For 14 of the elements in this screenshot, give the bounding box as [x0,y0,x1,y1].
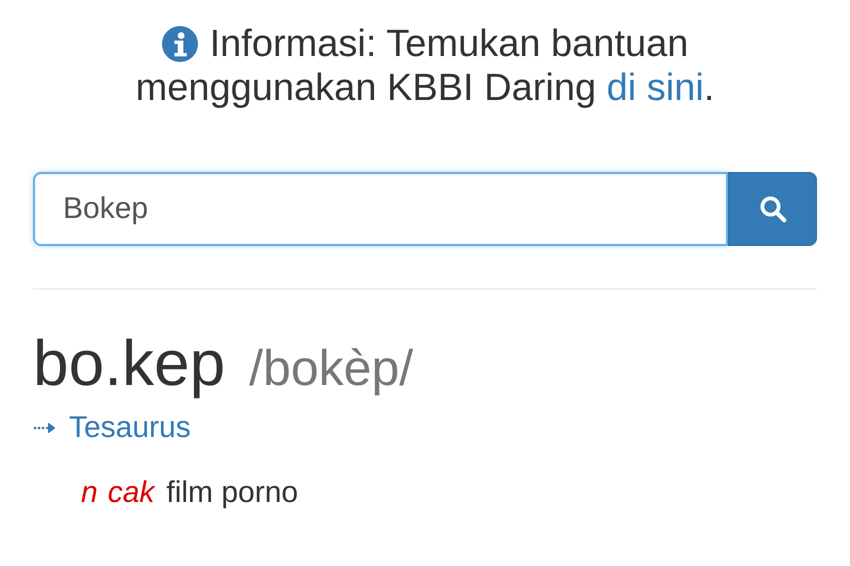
search-field[interactable]: Bokep [33,172,728,246]
grammar-label: n [81,476,98,510]
info-icon [162,26,198,62]
pronunciation: /bokèp/ [249,339,414,397]
grammar-label: cak [108,476,154,510]
headword: bo.kep [33,326,226,401]
help-link[interactable]: di sini [606,67,704,109]
search-icon [758,194,788,224]
search-button[interactable] [728,172,817,246]
dotted-arrow-icon [33,423,55,433]
thesaurus-link[interactable]: Tesaurus [69,408,191,448]
info-message: menggunakan KBBI Daring di sini. [134,66,716,110]
definition-text: film porno [166,476,298,510]
info-message: Informasi: Temukan bantuan [210,22,688,66]
